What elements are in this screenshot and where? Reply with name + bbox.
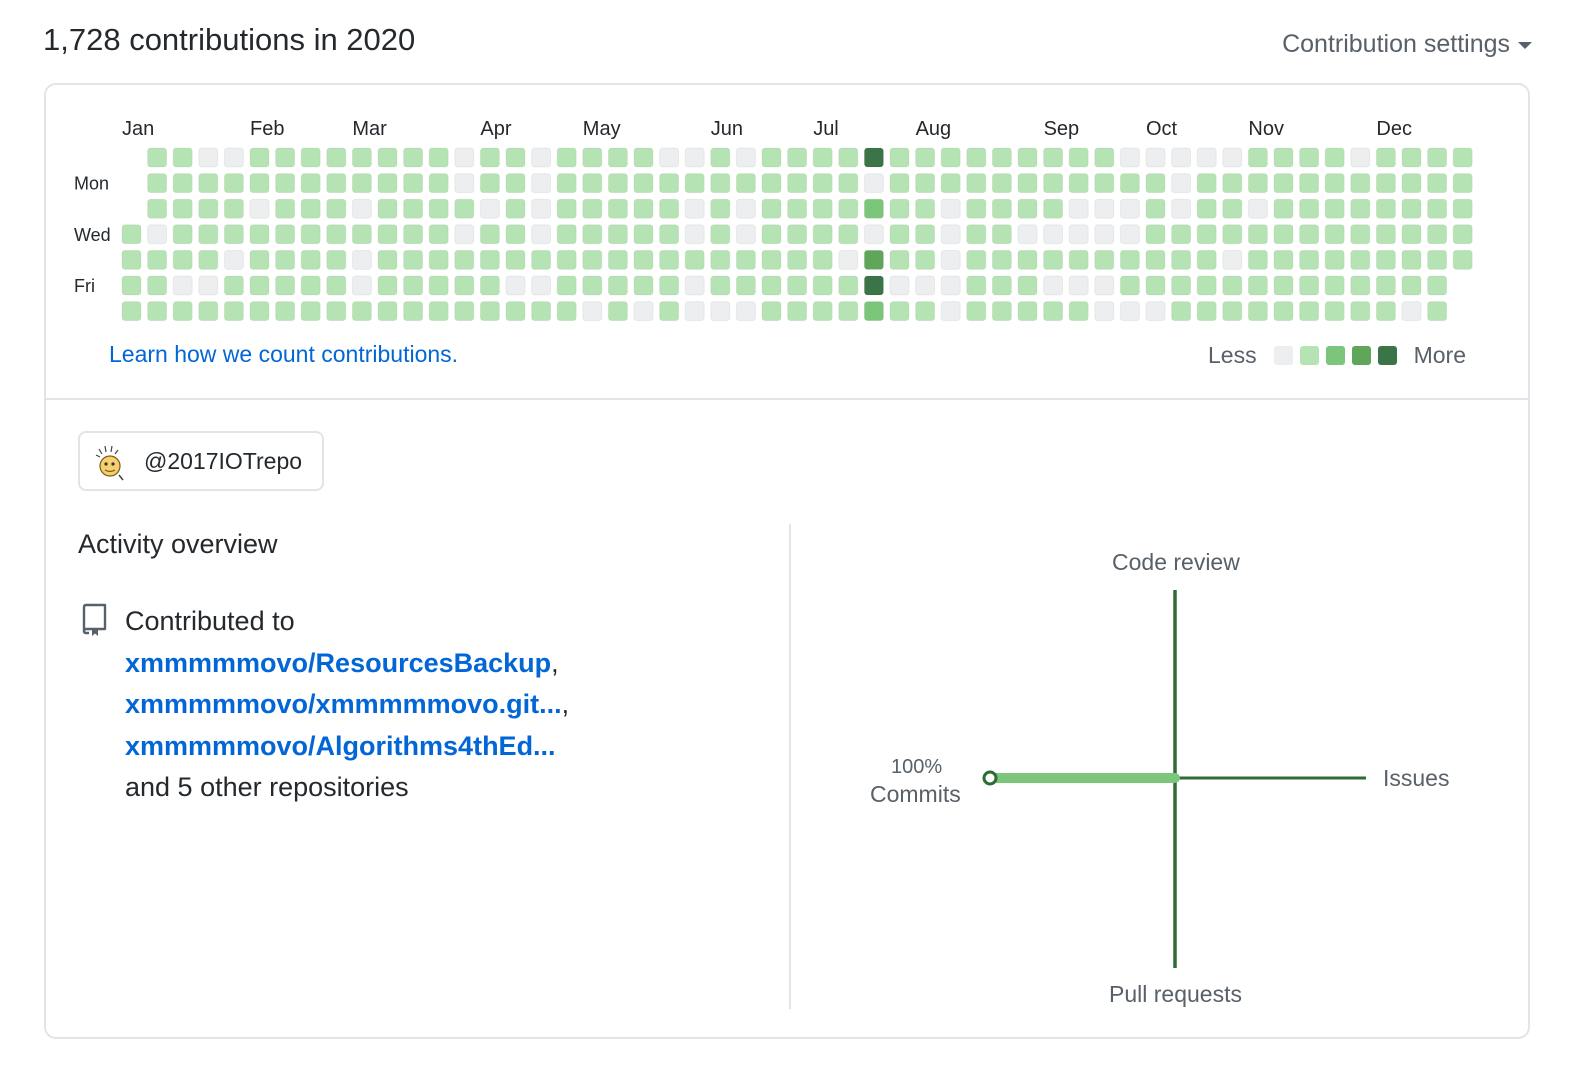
caret-down-icon	[1518, 41, 1532, 49]
radar-label-issues: Issues	[1383, 765, 1450, 791]
radar-label-commits: Commits	[870, 781, 961, 807]
activity-radar-chart	[982, 590, 1366, 968]
radar-label-code-review: Code review	[1112, 549, 1240, 575]
contribution-settings-label: Contribution settings	[1282, 30, 1510, 58]
radar-commits-point	[982, 770, 998, 786]
contribution-settings-dropdown[interactable]: Contribution settings	[1282, 30, 1532, 59]
contributions-heading: 1,728 contributions in 2020	[43, 22, 416, 57]
radar-label-pull-requests: Pull requests	[1109, 981, 1242, 1007]
radar-label-commits-pct: 100%	[891, 756, 943, 778]
contributions-panel: Jan Feb Mar Apr May Jun Jul Aug Sep Oct Nov Dec Mon W…	[44, 83, 1530, 1039]
